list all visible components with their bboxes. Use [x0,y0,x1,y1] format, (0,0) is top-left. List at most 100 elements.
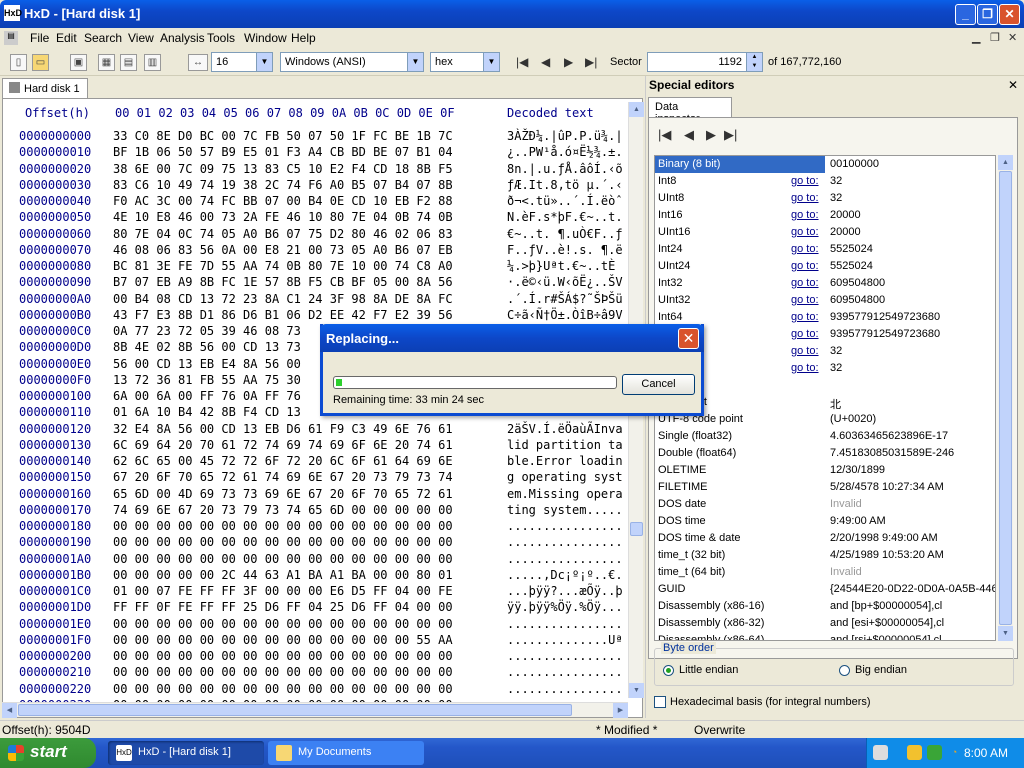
save-icon[interactable]: ▣ [70,54,87,71]
row-bytes[interactable]: 74 69 6E 67 20 73 79 73 74 65 6D 00 00 0… [113,503,453,517]
menu-edit[interactable]: Edit [56,31,77,45]
row-bytes[interactable]: 62 6C 65 00 45 72 72 6F 72 20 6C 6F 61 6… [113,454,453,468]
restore-button[interactable]: ❐ [977,4,998,25]
inspector-value[interactable]: 939577912549723680 [830,311,940,323]
network-icon[interactable] [873,745,888,760]
inspector-row[interactable]: UInt32 go to: 609504800 [655,292,995,309]
row-bytes[interactable]: 00 00 00 00 00 2C 44 63 A1 BA A1 BA 00 0… [113,568,453,582]
inspector-row[interactable]: time_t (32 bit) 4/25/1989 10:53:20 AM [655,547,995,564]
goto-link[interactable]: go to: [791,226,819,238]
dialog-close-button[interactable]: ✕ [678,328,699,349]
prev-sector-icon[interactable]: ◀ [541,55,550,69]
inspector-row[interactable]: / char16_t北 [655,394,995,411]
row-bytes[interactable]: 01 6A 10 B4 42 8B F4 CD 13 [113,405,301,419]
inspector-value[interactable]: 609504800 [830,294,885,306]
row-decoded[interactable]: lid partition ta [507,438,623,452]
inspector-row[interactable]: go to: 939577912549723680 [655,326,995,343]
inspector-value[interactable]: 4.60363465623896E-17 [830,430,948,442]
goto-link[interactable]: go to: [791,345,819,357]
inspector-value[interactable]: and [rsi+$00000054],cl [830,634,942,640]
row-decoded[interactable]: ................ [507,552,623,566]
row-decoded[interactable]: 8n.|.u.ƒÅ.âôÍ.‹õ [507,162,623,176]
inspector-value[interactable]: (U+0020) [830,413,876,425]
search-icon[interactable]: ◔ [947,745,962,760]
hex-basis-label[interactable]: Hexadecimal basis (for integral numbers) [670,696,871,708]
inspector-row[interactable]: time_t (64 bit) Invalid [655,564,995,581]
goto-link[interactable]: go to: [791,260,819,272]
row-bytes[interactable]: 38 6E 00 7C 09 75 13 83 C5 10 E2 F4 CD 1… [113,162,453,176]
row-bytes[interactable]: 65 6D 00 4D 69 73 73 69 6E 67 20 6F 70 6… [113,487,453,501]
inspector-row[interactable]: UInt16 go to: 20000 [655,224,995,241]
inspector-row[interactable]: DOS time & date 2/20/1998 9:49:00 AM [655,530,995,547]
spin-icon[interactable]: ▲ ▼ [746,53,762,71]
scroll-up-icon[interactable]: ▲ [629,102,644,117]
row-decoded[interactable]: ble.Error loadin [507,454,623,468]
inspector-row[interactable]: / char8_t [655,377,995,394]
minimize-button[interactable]: _ [955,4,976,25]
row-bytes[interactable]: 00 00 00 00 00 00 00 00 00 00 00 00 00 0… [113,633,453,647]
row-bytes[interactable]: BF 1B 06 50 57 B9 E5 01 F3 A4 CB BD BE 0… [113,145,453,159]
hscroll-thumb[interactable] [18,704,572,716]
row-decoded[interactable]: ÿÿ.þÿÿ%Öÿ.%Öÿ... [507,600,623,614]
inspector-row[interactable]: Single (float32) 4.60363465623896E-17 [655,428,995,445]
row-decoded[interactable]: ting system..... [507,503,623,517]
menu-search[interactable]: Search [84,31,122,45]
row-decoded[interactable]: .´.Í.r#ŠÁ$?˜ŠÞŠü [507,292,623,306]
offset-base-select[interactable]: hex ▼ [430,52,500,72]
row-bytes[interactable]: 00 00 00 00 00 00 00 00 00 00 00 00 00 0… [113,649,453,663]
last-sector-icon[interactable]: ▶| [585,55,597,69]
row-decoded[interactable]: N.èF.s*þF.€~..t. [507,210,623,224]
inspector-row[interactable]: GUID {24544E20-0D22-0D0A-0A5B-4465 [655,581,995,598]
scroll-down-icon[interactable]: ▼ [629,683,644,698]
first-icon[interactable]: |◀ [658,127,671,143]
next-sector-icon[interactable]: ▶ [564,55,573,69]
inspector-row[interactable]: Int64 go to: 939577912549723680 [655,309,995,326]
inspector-value[interactable]: {24544E20-0D22-0D0A-0A5B-4465 [830,583,995,595]
row-decoded[interactable]: ƒÆ.It.8,tö µ.´.‹ [507,178,623,192]
row-bytes[interactable]: 4E 10 E8 46 00 73 2A FE 46 10 80 7E 04 0… [113,210,453,224]
close-icon[interactable]: ✕ [1008,78,1018,92]
inspector-value[interactable]: Invalid [830,498,862,510]
task-my-documents[interactable]: My Documents [268,741,424,765]
goto-link[interactable]: go to: [791,277,819,289]
inspector-row[interactable]: Disassembly (x86-32) and [esi+$00000054],… [655,615,995,632]
first-sector-icon[interactable]: |◀ [516,55,528,69]
row-bytes[interactable]: 32 E4 8A 56 00 CD 13 EB D6 61 F9 C3 49 6… [113,422,453,436]
inspector-row[interactable]: Disassembly (x86-64) and [rsi+$00000054],… [655,632,995,640]
row-bytes[interactable]: 6C 69 64 20 70 61 72 74 69 74 69 6F 6E 2… [113,438,453,452]
row-bytes[interactable]: 6A 00 6A 00 FF 76 0A FF 76 [113,389,301,403]
inspector-row[interactable]: UTF-8 code point (U+0020) [655,411,995,428]
little-endian-label[interactable]: Little endian [679,664,738,676]
menu-view[interactable]: View [128,31,154,45]
data-inspector-grid[interactable]: Binary (8 bit) 00100000 Int8 go to: 32 UInt8 g… [654,155,996,641]
sector-input[interactable]: 1192 ▲ ▼ [647,52,763,72]
row-bytes[interactable]: 56 00 CD 13 EB E4 8A 56 00 [113,357,301,371]
inspector-value[interactable]: 12/30/1899 [830,464,885,476]
goto-link[interactable]: go to: [791,362,819,374]
row-bytes[interactable]: 83 C6 10 49 74 19 38 2C 74 F6 A0 B5 07 B… [113,178,453,192]
inspector-row[interactable]: Int24 go to: 5525024 [655,241,995,258]
tab-data-inspector[interactable]: Data inspector [648,97,732,125]
row-decoded[interactable]: ·.ë©‹ü.W‹õË¿..ŠV [507,275,623,289]
row-decoded[interactable]: €~..t. ¶.uÒ€F..ƒ [507,227,623,241]
scroll-thumb[interactable] [999,171,1012,625]
inspector-value[interactable]: 2/20/1998 9:49:00 AM [830,532,938,544]
little-endian-radio[interactable] [663,665,674,676]
menu-window[interactable]: Window [244,31,287,45]
row-decoded[interactable]: ................ [507,665,623,679]
row-decoded[interactable]: ..............Uª [507,633,623,647]
menu-file[interactable]: File [30,31,49,45]
menu-analysis[interactable]: Analysis [160,31,205,45]
scroll-right-icon[interactable]: ▶ [613,703,628,718]
inspector-row[interactable]: Int8 go to: 32 [655,173,995,190]
inspector-value[interactable]: 32 [830,175,842,187]
goto-link[interactable]: go to: [791,243,819,255]
task-hxd[interactable]: HxD HxD - [Hard disk 1] [108,741,264,765]
open-ram-icon[interactable]: ▤ [120,54,137,71]
inspector-row[interactable]: go to: 32 [655,343,995,360]
inspector-row[interactable]: Binary (8 bit) 00100000 [655,156,995,173]
row-decoded[interactable]: 2äŠV.Í.ëÖaùÃInva [507,422,623,436]
row-decoded[interactable]: ð¬<.tü»..´.Í.ëòˆ [507,194,623,208]
mdi-close-icon[interactable]: ✕ [1008,31,1017,44]
row-bytes[interactable]: 01 00 07 FE FF FF 3F 00 00 00 E6 D5 FF 0… [113,584,453,598]
